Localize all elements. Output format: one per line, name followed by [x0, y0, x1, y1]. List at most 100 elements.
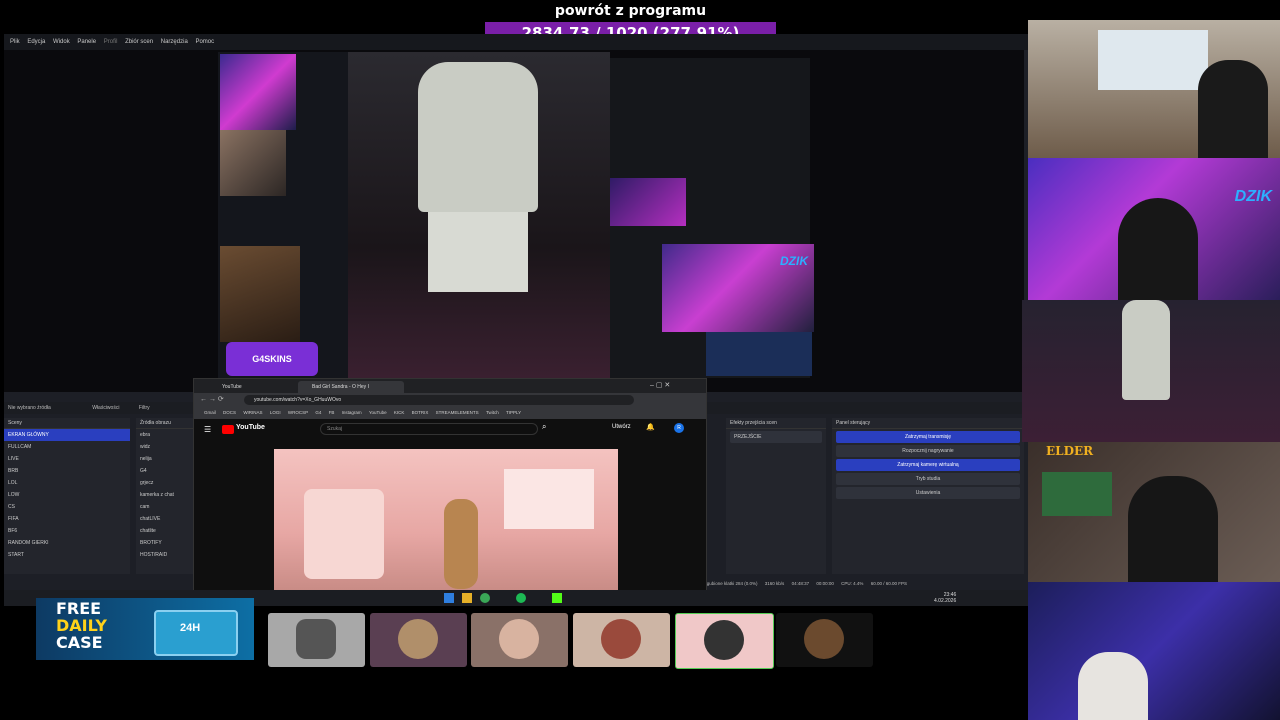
obs-preview[interactable]: G4SKINS DZIK — [4, 50, 1024, 392]
explorer-icon[interactable] — [462, 593, 472, 603]
person-shorts — [428, 212, 528, 292]
controls-dock: Panel sterujący Zatrzymaj transmisję Roz… — [832, 418, 1024, 574]
chrome-icon[interactable] — [480, 593, 490, 603]
bookmark[interactable]: FB — [329, 410, 335, 415]
start-icon[interactable] — [444, 593, 454, 603]
hotel-window — [1098, 30, 1208, 90]
bell-icon[interactable]: 🔔 — [646, 423, 655, 431]
webcam-thumb-3 — [220, 246, 300, 342]
bookmark[interactable]: YouTube — [369, 410, 387, 415]
sound-tile[interactable] — [573, 613, 670, 667]
video-player[interactable] — [274, 449, 618, 590]
youtube-logo[interactable]: YouTube — [236, 424, 265, 431]
person-5 — [1078, 652, 1148, 720]
nav-icons[interactable]: ← → ⟳ — [200, 395, 224, 403]
source-item[interactable]: widz — [136, 441, 196, 453]
tab-youtube[interactable]: YouTube — [208, 381, 306, 393]
video-chair — [304, 489, 384, 579]
bookmark[interactable]: TIPPLY — [506, 410, 521, 415]
avatar[interactable]: R — [674, 423, 684, 433]
stop-virtualcam-button[interactable]: Zatrzymaj kamerę wirtualną — [836, 459, 1020, 471]
menu-docks[interactable]: Panele — [77, 39, 96, 45]
sound-tile[interactable] — [776, 613, 873, 667]
bookmark[interactable]: DOCS — [223, 410, 236, 415]
scene-item[interactable]: CS — [4, 501, 130, 513]
url-field[interactable]: youtube.com/watch?v=Xo_GHuuWOvo — [244, 395, 634, 405]
sound-tile-active[interactable] — [675, 613, 774, 669]
source-item[interactable]: ebra — [136, 429, 196, 441]
properties-button[interactable]: Właściwości — [92, 405, 119, 411]
ad-line-1: FREE — [56, 599, 102, 618]
scene-item[interactable]: FIFA — [4, 513, 130, 525]
fps: 60.00 / 60.00 FPS — [870, 581, 907, 586]
menu-scene-collection[interactable]: Zbiór scen — [125, 39, 153, 45]
video-window — [504, 469, 594, 529]
scene-item[interactable]: EKRAN GŁÓWNY — [4, 429, 130, 441]
scenes-dock: Sceny EKRAN GŁÓWNY FULLCAM LIVE BRB LOL … — [4, 418, 130, 574]
scene-item[interactable]: BF6 — [4, 525, 130, 537]
elder-logo: ELDER — [1046, 444, 1094, 458]
bookmark[interactable]: WIRINAS — [243, 410, 262, 415]
menu-help[interactable]: Pomoc — [195, 39, 214, 45]
person-4 — [1128, 476, 1218, 582]
address-bar[interactable]: ← → ⟳ youtube.com/watch?v=Xo_GHuuWOvo — [194, 393, 706, 407]
browser-tabbar: YouTube Bad Girl Sandra - O Hey I – ▢ ✕ — [194, 379, 706, 393]
scene-item[interactable]: LIVE — [4, 453, 130, 465]
window-controls[interactable]: – ▢ ✕ — [650, 381, 670, 389]
source-item[interactable]: chatlite — [136, 525, 196, 537]
bookmark[interactable]: G4 — [315, 410, 321, 415]
bookmark[interactable]: STREAMELEMENTS — [436, 410, 479, 415]
bookmark[interactable]: Gmail — [204, 410, 216, 415]
scene-item[interactable]: LOL — [4, 477, 130, 489]
source-item[interactable]: BROTIFY — [136, 537, 196, 549]
bookmark[interactable]: Twitch — [486, 410, 499, 415]
scene-item[interactable]: RANDOM GIERKI — [4, 537, 130, 549]
spotify-icon[interactable] — [516, 593, 526, 603]
filters-button[interactable]: Filtry — [139, 405, 150, 411]
source-item[interactable]: G4 — [136, 465, 196, 477]
studio-mode-button[interactable]: Tryb studia — [836, 473, 1020, 485]
source-item[interactable]: nelija — [136, 453, 196, 465]
controls-header: Panel sterujący — [832, 418, 1024, 429]
webcam-dzik: DZIK — [1028, 158, 1280, 300]
case-badge: 24H — [180, 622, 201, 634]
dzik-logo: DZIK — [1234, 188, 1272, 205]
menu-tools[interactable]: Narzędzia — [161, 39, 188, 45]
tab-video[interactable]: Bad Girl Sandra - O Hey I — [298, 381, 404, 393]
kick-icon[interactable] — [552, 593, 562, 603]
source-item[interactable]: cam — [136, 501, 196, 513]
menu-view[interactable]: Widok — [53, 39, 70, 45]
sound-tile[interactable] — [370, 613, 467, 667]
settings-button[interactable]: Ustawienia — [836, 487, 1020, 499]
menu-profile[interactable]: Profil — [104, 39, 118, 45]
source-item[interactable]: chatLIVE — [136, 513, 196, 525]
source-item[interactable]: kamerka z chat — [136, 489, 196, 501]
bookmark[interactable]: KICK — [394, 410, 405, 415]
scene-item[interactable]: BRB — [4, 465, 130, 477]
bookmark[interactable]: Instagram — [342, 410, 362, 415]
transition-select[interactable]: PRZEJŚCIE — [730, 431, 822, 443]
sound-tile[interactable] — [268, 613, 365, 667]
scene-item[interactable]: LOW — [4, 489, 130, 501]
menu-icon[interactable]: ☰ — [204, 425, 211, 434]
menu-file[interactable]: Plik — [10, 39, 20, 45]
sound-tile[interactable] — [471, 613, 568, 667]
start-recording-button[interactable]: Rozpocznij nagrywanie — [836, 445, 1020, 457]
source-item[interactable]: grjecz — [136, 477, 196, 489]
search-icon[interactable]: ⌕ — [542, 422, 546, 432]
bookmark[interactable]: BOTRIX — [412, 410, 429, 415]
scene-item[interactable]: START — [4, 549, 130, 561]
stop-streaming-button[interactable]: Zatrzymaj transmisję — [836, 431, 1020, 443]
scene-item[interactable]: FULLCAM — [4, 441, 130, 453]
webcam-large-preview: DZIK — [662, 244, 814, 332]
source-item[interactable]: HOST/RAID — [136, 549, 196, 561]
bookmark[interactable]: LOGI — [270, 410, 281, 415]
bookmark[interactable]: WROCSP — [288, 410, 308, 415]
create-button[interactable]: Utwórz — [612, 424, 631, 430]
tile-face-icon — [704, 620, 744, 660]
daily-case-ad: FREE DAILY CASE 24H — [36, 598, 254, 660]
menu-edit[interactable]: Edycja — [27, 39, 45, 45]
person-3 — [1122, 300, 1170, 400]
case-icon: 24H — [154, 610, 238, 656]
search-input[interactable]: Szukaj — [320, 423, 538, 435]
